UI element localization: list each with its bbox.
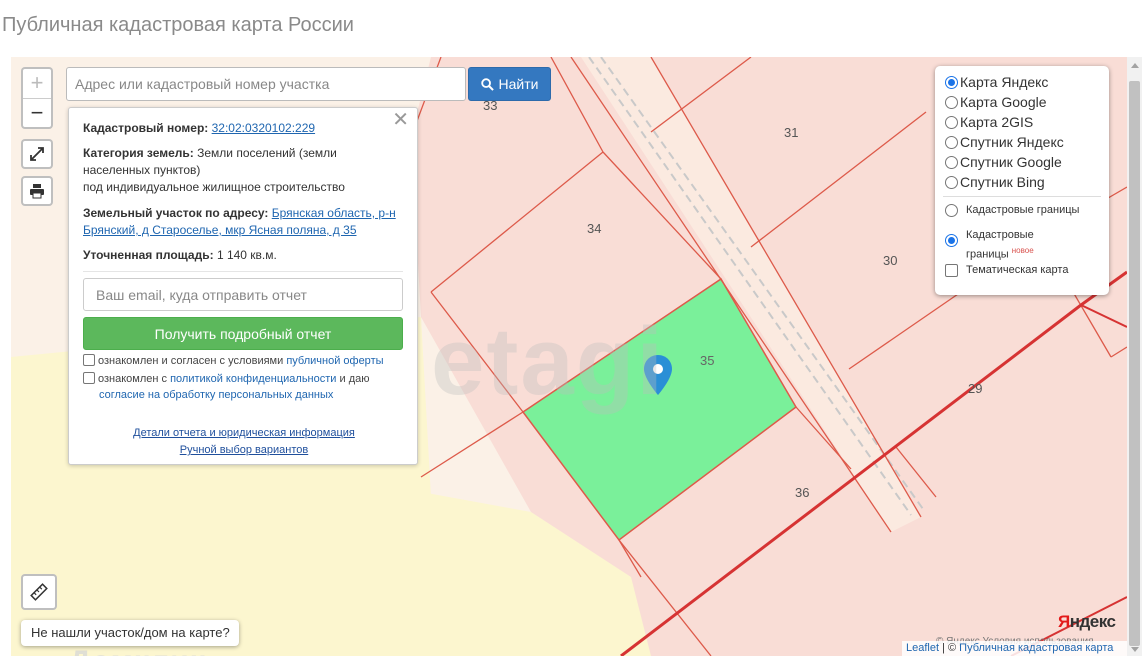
public-offer-link[interactable]: публичной оферты bbox=[286, 355, 383, 367]
yandex-logo: Яндекс bbox=[1058, 612, 1116, 631]
report-details-link[interactable]: Детали отчета и юридическая информация bbox=[133, 427, 355, 439]
address-link-1[interactable]: Брянская область, р-н bbox=[272, 206, 396, 220]
scroll-up-icon[interactable] bbox=[1131, 63, 1139, 68]
layer-yandex-satellite[interactable]: Спутник Яндекс bbox=[945, 134, 1064, 150]
overlay-cadastral-borders[interactable]: Кадастровые границы bbox=[945, 203, 1079, 218]
scrollbar[interactable] bbox=[1127, 57, 1142, 656]
parcel-label-31: 31 bbox=[784, 125, 799, 140]
parcel-label-34: 34 bbox=[587, 221, 602, 236]
search-button[interactable]: Найти bbox=[468, 67, 551, 101]
layer-bing-satellite[interactable]: Спутник Bing bbox=[945, 174, 1045, 190]
layer-2gis-map-radio[interactable] bbox=[945, 115, 958, 129]
scroll-down-icon[interactable] bbox=[1131, 647, 1139, 652]
cadastral-number-row: Кадастровый номер: 32:02:0320102:229 bbox=[83, 120, 403, 137]
parcel-info-panel: ✕ Кадастровый номер: 32:02:0320102:229 К… bbox=[68, 107, 418, 465]
search-button-label: Найти bbox=[498, 76, 539, 92]
fullscreen-button[interactable] bbox=[21, 139, 53, 169]
search-input[interactable] bbox=[66, 67, 466, 101]
get-report-button[interactable]: Получить подробный отчет bbox=[83, 317, 403, 350]
overlay-thematic-map[interactable]: Тематическая карта bbox=[945, 263, 1068, 278]
cadastral-number-label: Кадастровый номер: bbox=[83, 121, 209, 135]
expand-icon bbox=[30, 147, 44, 161]
privacy-policy-link[interactable]: политикой конфиденциальности bbox=[170, 373, 336, 385]
consent-privacy-text: ознакомлен с bbox=[98, 373, 168, 385]
category-value-1: Земли поселений (земли bbox=[197, 146, 337, 160]
consent-offer-row: ознакомлен и согласен с условиями публич… bbox=[83, 353, 413, 369]
category-value-2: населенных пунктов) bbox=[83, 163, 201, 177]
layer-2gis-map[interactable]: Карта 2GIS bbox=[945, 114, 1033, 130]
area-value: 1 140 кв.м. bbox=[216, 248, 277, 262]
zoom-out-button[interactable]: − bbox=[23, 99, 51, 128]
zoom-in-button[interactable]: + bbox=[23, 69, 51, 98]
page-title: Публичная кадастровая карта России bbox=[2, 14, 354, 36]
personal-data-link[interactable]: согласие на обработку персональных данны… bbox=[99, 389, 333, 401]
layer-google-map-radio[interactable] bbox=[945, 95, 958, 109]
category-label: Категория земель: bbox=[83, 146, 194, 160]
zoom-control: + − bbox=[21, 67, 53, 129]
scrollbar-thumb[interactable] bbox=[1129, 81, 1140, 646]
print-button[interactable] bbox=[21, 176, 53, 206]
consent-offer-text: ознакомлен и согласен с условиями bbox=[98, 355, 284, 367]
watermark-domclick: Домклик bbox=[69, 645, 206, 656]
parcel-label-35: 35 bbox=[700, 353, 715, 368]
area-label: Уточненная площадь: bbox=[83, 248, 214, 262]
parcel-label-36: 36 bbox=[795, 485, 810, 500]
address-label: Земельный участок по адресу: bbox=[83, 206, 269, 220]
leaflet-link[interactable]: Leaflet bbox=[906, 642, 939, 654]
overlay-cadastral-borders-radio[interactable] bbox=[945, 204, 958, 217]
details-link-wrap: Детали отчета и юридическая информация bbox=[69, 425, 419, 442]
map-attribution: Leaflet | © Публичная кадастровая карта bbox=[902, 641, 1127, 656]
overlay-cadastral-borders-new[interactable]: Кадастровые границы новое bbox=[945, 228, 1034, 263]
manual-link-wrap: Ручной выбор вариантов bbox=[69, 442, 419, 459]
address-link-2[interactable]: Брянский, д Староселье, мкр Ясная поляна… bbox=[83, 223, 357, 237]
overlay-cadastral-borders-new-radio[interactable] bbox=[945, 234, 958, 247]
parcel-label-29: 29 bbox=[968, 381, 983, 396]
print-icon bbox=[30, 184, 44, 199]
search-icon bbox=[480, 77, 494, 91]
not-found-button[interactable]: Не нашли участок/дом на карте? bbox=[21, 620, 239, 646]
email-input[interactable] bbox=[83, 278, 403, 311]
address-row: Земельный участок по адресу: Брянская об… bbox=[83, 205, 403, 239]
ruler-button[interactable] bbox=[21, 574, 57, 610]
ruler-icon bbox=[30, 583, 48, 601]
watermark-etagi: etagi bbox=[431, 308, 666, 415]
parcel-label-30: 30 bbox=[883, 253, 898, 268]
cadastral-number-link[interactable]: 32:02:0320102:229 bbox=[212, 121, 315, 135]
layers-panel: Карта Яндекс Карта Google Карта 2GIS Спу… bbox=[935, 66, 1109, 295]
consent-privacy-checkbox[interactable] bbox=[83, 372, 95, 384]
layer-yandex-map[interactable]: Карта Яндекс bbox=[945, 74, 1048, 90]
category-value-3: под индивидуальное жилищное строительств… bbox=[83, 180, 345, 194]
category-row: Категория земель: Земли поселений (земли… bbox=[83, 145, 403, 196]
consent-offer-checkbox[interactable] bbox=[83, 354, 95, 366]
layer-google-satellite-radio[interactable] bbox=[945, 155, 958, 169]
new-badge: новое bbox=[1011, 246, 1034, 255]
source-link[interactable]: Публичная кадастровая карта bbox=[959, 642, 1113, 654]
consent-privacy-row: ознакомлен с политикой конфиденциальност… bbox=[83, 371, 413, 403]
layer-google-map[interactable]: Карта Google bbox=[945, 94, 1047, 110]
manual-selection-link[interactable]: Ручной выбор вариантов bbox=[180, 444, 308, 456]
overlay-thematic-map-checkbox[interactable] bbox=[945, 264, 958, 277]
layer-bing-satellite-radio[interactable] bbox=[945, 175, 958, 189]
layer-google-satellite[interactable]: Спутник Google bbox=[945, 154, 1062, 170]
layer-yandex-satellite-radio[interactable] bbox=[945, 135, 958, 149]
area-row: Уточненная площадь: 1 140 кв.м. bbox=[83, 247, 403, 264]
consent-privacy-text-2: и даю bbox=[339, 373, 370, 385]
layer-yandex-map-radio[interactable] bbox=[945, 75, 958, 89]
